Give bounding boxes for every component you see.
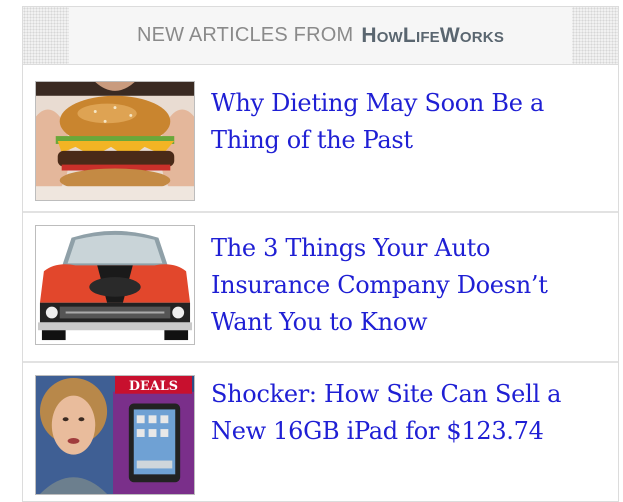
widget-header: NEW ARTICLES FROM HowLifeWorks bbox=[23, 7, 618, 65]
burger-photo-icon[interactable] bbox=[35, 81, 195, 201]
car-photo-icon[interactable] bbox=[35, 225, 195, 345]
deals-badge-text: DEALS bbox=[129, 379, 178, 394]
article-item-3[interactable]: DEALS Shocker: How Site Can Sell a New 1… bbox=[23, 363, 618, 501]
header-prefix: NEW ARTICLES FROM bbox=[136, 24, 354, 46]
brand-name[interactable]: HowLifeWorks bbox=[361, 24, 504, 48]
news-anchor-ipad-photo-icon[interactable]: DEALS bbox=[35, 375, 195, 495]
article-title-3[interactable]: Shocker: How Site Can Sell a New 16GB iP… bbox=[211, 376, 608, 450]
article-item-1[interactable]: Why Dieting May Soon Be a Thing of the P… bbox=[23, 65, 618, 213]
articles-widget: NEW ARTICLES FROM HowLifeWorks Why Dieti… bbox=[22, 6, 619, 502]
article-title-1[interactable]: Why Dieting May Soon Be a Thing of the P… bbox=[211, 85, 608, 159]
article-title-2[interactable]: The 3 Things Your Auto Insurance Company… bbox=[211, 230, 608, 341]
header-label: NEW ARTICLES FROM HowLifeWorks bbox=[69, 7, 572, 64]
article-item-2[interactable]: The 3 Things Your Auto Insurance Company… bbox=[23, 213, 618, 363]
